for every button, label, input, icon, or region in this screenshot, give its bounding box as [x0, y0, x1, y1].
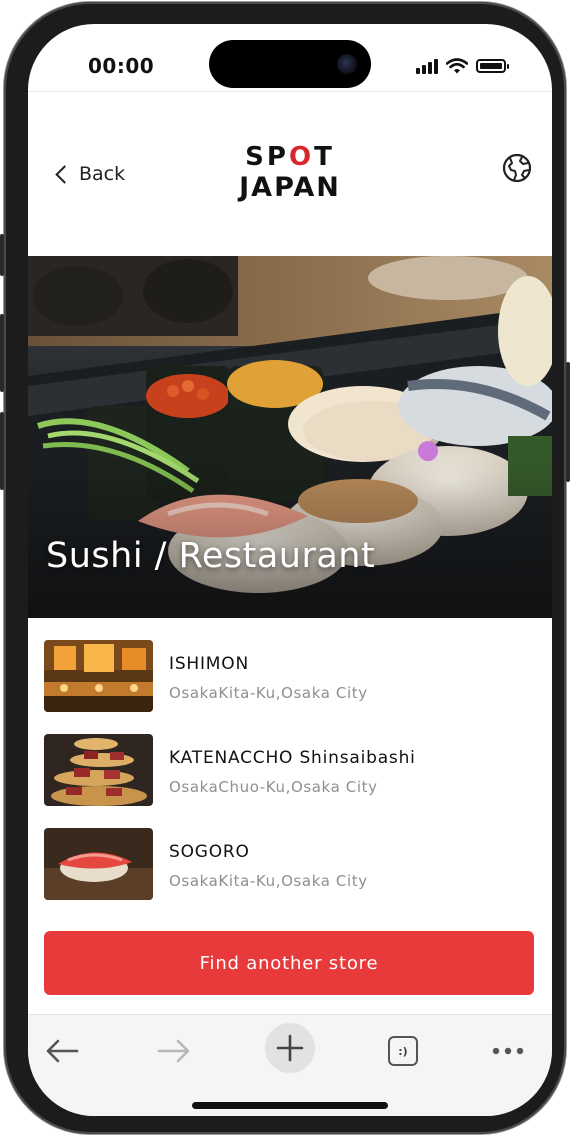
- hero-title: Sushi / Restaurant: [46, 536, 376, 576]
- more-button[interactable]: [486, 1029, 530, 1073]
- store-name: SOGORO: [169, 842, 250, 862]
- store-item[interactable]: SOGORO OsakaKita-Ku,Osaka City: [44, 828, 536, 900]
- more-icon: [492, 1047, 524, 1055]
- action-button: [0, 234, 4, 276]
- logo-text-sp: SP: [245, 142, 289, 172]
- new-tab-plus-icon: [276, 1034, 304, 1062]
- power-button: [566, 362, 570, 482]
- front-camera: [337, 54, 357, 74]
- status-divider: [28, 91, 552, 92]
- forward-arrow-button[interactable]: [152, 1029, 196, 1073]
- wifi-icon: [446, 58, 468, 74]
- back-arrow-button[interactable]: [40, 1029, 84, 1073]
- store-thumbnail: [44, 640, 153, 712]
- tabs-icon-text: :): [398, 1044, 408, 1058]
- forward-arrow-icon: [157, 1039, 190, 1063]
- logo-line-1: SPOT: [220, 142, 360, 172]
- back-button[interactable]: Back: [54, 161, 125, 187]
- cellular-signal-icon: [416, 58, 438, 74]
- store-name: ISHIMON: [169, 654, 249, 674]
- store-name: KATENACCHO Shinsaibashi: [169, 748, 416, 768]
- logo-line-2: JAPAN: [239, 172, 341, 203]
- tabs-icon: :): [388, 1036, 418, 1066]
- store-item[interactable]: KATENACCHO Shinsaibashi OsakaChuo-Ku,Osa…: [44, 734, 536, 806]
- store-address: OsakaKita-Ku,Osaka City: [169, 684, 368, 702]
- back-label: Back: [79, 163, 126, 185]
- volume-down-button: [0, 412, 4, 490]
- browser-toolbar: :): [28, 1014, 552, 1116]
- home-indicator[interactable]: [192, 1102, 388, 1109]
- screen: 00:00 Back SPOT JAPAN Sushi / Restaurant…: [28, 24, 552, 1116]
- store-thumbnail: [44, 828, 153, 900]
- logo-text-t: T: [314, 142, 335, 172]
- status-bar: 00:00: [28, 24, 552, 90]
- store-thumbnail: [44, 734, 153, 806]
- store-item[interactable]: ISHIMON OsakaKita-Ku,Osaka City: [44, 640, 536, 712]
- logo-text-o: O: [288, 142, 315, 172]
- battery-icon: [476, 59, 509, 73]
- status-time: 00:00: [88, 54, 155, 78]
- status-icons: [416, 56, 509, 76]
- volume-up-button: [0, 314, 4, 392]
- tabs-button[interactable]: :): [381, 1029, 425, 1073]
- globe-icon[interactable]: [502, 153, 532, 183]
- dynamic-island: [209, 40, 371, 88]
- new-tab-button[interactable]: [265, 1023, 315, 1073]
- store-address: OsakaKita-Ku,Osaka City: [169, 872, 368, 890]
- chevron-left-icon: [55, 164, 74, 184]
- phone-frame: 00:00 Back SPOT JAPAN Sushi / Restaurant…: [0, 2, 570, 1134]
- spot-japan-logo[interactable]: SPOT JAPAN: [220, 142, 360, 204]
- find-another-store-button[interactable]: Find another store: [44, 931, 534, 995]
- store-address: OsakaChuo-Ku,Osaka City: [169, 778, 378, 796]
- back-arrow-icon: [46, 1039, 79, 1063]
